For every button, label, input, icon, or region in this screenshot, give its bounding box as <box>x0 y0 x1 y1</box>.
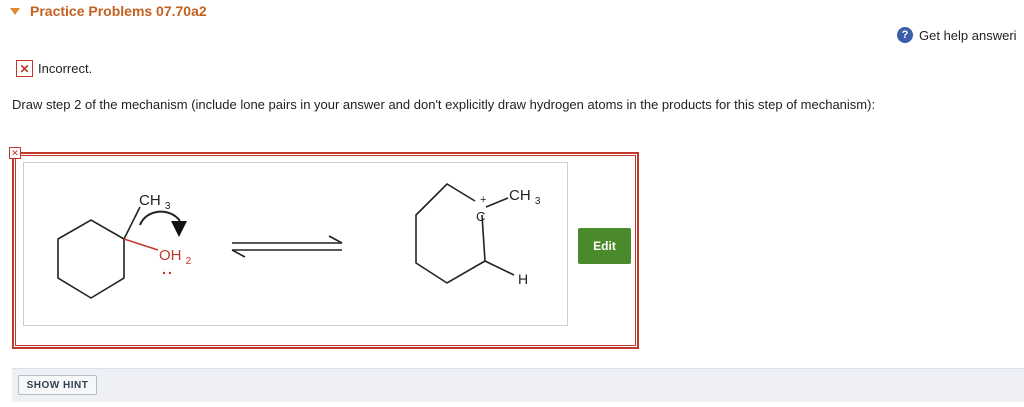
equilibrium-arrow-top-head <box>328 235 343 244</box>
curved-arrow-head <box>171 221 187 237</box>
show-hint-button[interactable]: SHOW HINT <box>18 375 97 395</box>
incorrect-x-icon: ✕ <box>16 60 33 77</box>
question-instructions: Draw step 2 of the mechanism (include lo… <box>12 97 876 112</box>
lone-pair-dot <box>162 271 166 275</box>
get-help-link[interactable]: ? Get help answeri <box>897 27 1017 43</box>
equilibrium-arrow-bottom-head <box>231 249 246 258</box>
product-hydrogen-label: H <box>518 271 528 287</box>
drawing-canvas[interactable]: CH 3 OH 2 C + CH 3 H <box>23 162 568 326</box>
reactant-oxygen-bond <box>123 238 159 251</box>
error-x-icon: ✕ <box>9 147 21 159</box>
section-header[interactable]: Practice Problems 07.70a2 <box>10 3 207 19</box>
problem-title: Practice Problems 07.70a2 <box>30 3 207 19</box>
reactant-methyl-bond <box>123 206 141 240</box>
product-hydrogen-bond <box>484 260 515 276</box>
carbocation-label: C <box>476 209 485 224</box>
collapse-triangle-icon[interactable] <box>10 7 20 15</box>
hint-bar <box>12 368 1024 402</box>
product-cyclohexane-ring <box>415 182 486 284</box>
reactant-cyclohexane-ring <box>57 219 125 299</box>
reactant-oh2-label: OH 2 <box>159 247 192 267</box>
edit-button[interactable]: Edit <box>578 228 631 264</box>
product-methyl-bond <box>485 197 509 208</box>
lone-pair-dot <box>168 271 172 275</box>
mechanism-drawing: CH 3 OH 2 C + CH 3 H <box>57 182 541 299</box>
result-status: ✕ Incorrect. <box>16 60 92 77</box>
positive-charge: + <box>480 194 486 206</box>
result-status-text: Incorrect. <box>38 61 93 76</box>
question-mark-icon: ? <box>897 27 913 43</box>
get-help-label: Get help answeri <box>919 27 1017 43</box>
reactant-methyl-label: CH 3 <box>139 192 171 212</box>
product-methyl-label: CH 3 <box>509 187 541 207</box>
